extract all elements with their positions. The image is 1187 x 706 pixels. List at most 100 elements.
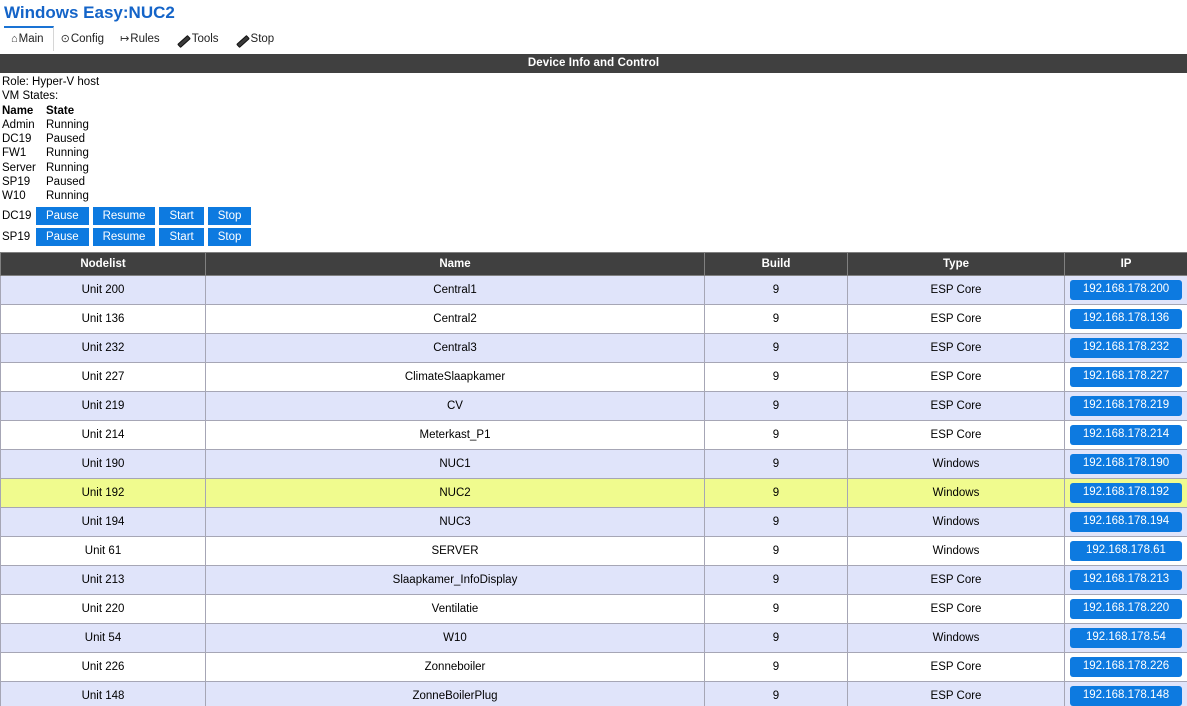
vm-name: SP19: [2, 176, 31, 189]
vm-name: Server: [2, 161, 36, 174]
ip-link-button[interactable]: 192.168.178.194: [1070, 511, 1182, 532]
tab-tools[interactable]: Tools: [168, 28, 228, 51]
node-cell-nodelist: Unit 232: [0, 332, 206, 363]
vm-control-rows: DC19 Pause Resume Start Stop SP19 Pause Resume S…: [0, 206, 1187, 246]
vm-state-row: DC19 Paused: [2, 132, 95, 146]
ip-link-button[interactable]: 192.168.178.220: [1070, 598, 1182, 619]
node-cell-name: ClimateSlaapkamer: [205, 361, 705, 392]
stop-button-sp19[interactable]: Stop: [207, 227, 252, 246]
tab-main[interactable]: ⌂ Main: [4, 26, 54, 51]
vm-state-header-row: Name State: [2, 104, 95, 118]
node-cell-ip: 192.168.178.194: [1064, 506, 1187, 537]
table-row[interactable]: Unit 148 ZonneBoilerPlug 9 ESP Core 192.168.…: [0, 680, 1187, 706]
ip-link-button[interactable]: 192.168.178.232: [1070, 337, 1182, 358]
node-cell-type: ESP Core: [847, 564, 1065, 595]
node-cell-type: ESP Core: [847, 303, 1065, 334]
table-row[interactable]: Unit 213 Slaapkamer_InfoDisplay 9 ESP Core 1…: [0, 564, 1187, 595]
column-header-type[interactable]: Type: [847, 251, 1065, 276]
vm-state: Paused: [46, 133, 86, 146]
node-cell-name: ZonneBoilerPlug: [205, 680, 705, 706]
table-row[interactable]: Unit 136 Central2 9 ESP Core 192.168.178.136: [0, 303, 1187, 334]
node-cell-ip: 192.168.178.226: [1064, 651, 1187, 682]
node-cell-type: ESP Core: [847, 274, 1065, 305]
ip-link-button[interactable]: 192.168.178.192: [1070, 482, 1182, 503]
node-cell-build: 9: [704, 651, 848, 682]
resume-button-dc19[interactable]: Resume: [92, 206, 156, 225]
table-row[interactable]: Unit 200 Central1 9 ESP Core 192.168.178.200: [0, 274, 1187, 305]
node-cell-nodelist: Unit 220: [0, 593, 206, 624]
node-cell-ip: 192.168.178.200: [1064, 274, 1187, 305]
node-cell-type: ESP Core: [847, 593, 1065, 624]
table-row[interactable]: Unit 219 CV 9 ESP Core 192.168.178.219: [0, 390, 1187, 421]
ip-link-button[interactable]: 192.168.178.54: [1070, 627, 1182, 648]
pause-button-dc19[interactable]: Pause: [36, 206, 89, 225]
column-header-nodelist[interactable]: Nodelist: [0, 251, 206, 276]
node-cell-nodelist: Unit 227: [0, 361, 206, 392]
wrench-icon: [176, 34, 189, 46]
vm-name: DC19: [2, 133, 32, 146]
node-cell-build: 9: [704, 390, 848, 421]
resume-button-sp19[interactable]: Resume: [92, 227, 156, 246]
pause-button-sp19[interactable]: Pause: [36, 227, 89, 246]
node-table: Nodelist Name Build Type IP Unit 200 Central1…: [0, 251, 1187, 706]
table-row[interactable]: Unit 54 W10 9 Windows 192.168.178.54: [0, 622, 1187, 653]
home-icon: ⌂: [11, 33, 18, 45]
node-cell-type: Windows: [847, 506, 1065, 537]
node-cell-type: ESP Core: [847, 332, 1065, 363]
tab-config[interactable]: ⊙ Config: [53, 28, 114, 51]
ip-link-button[interactable]: 192.168.178.136: [1070, 308, 1182, 329]
column-header-build[interactable]: Build: [704, 251, 848, 276]
node-cell-build: 9: [704, 564, 848, 595]
node-cell-name: Ventilatie: [205, 593, 705, 624]
ip-link-button[interactable]: 192.168.178.200: [1070, 279, 1182, 300]
start-button-sp19[interactable]: Start: [159, 227, 204, 246]
node-cell-nodelist: Unit 226: [0, 651, 206, 682]
ip-link-button[interactable]: 192.168.178.190: [1070, 453, 1182, 474]
tab-rules[interactable]: ↦ Rules: [113, 28, 169, 51]
tab-label: Config: [70, 32, 105, 45]
table-row[interactable]: Unit 61 SERVER 9 Windows 192.168.178.61: [0, 535, 1187, 566]
node-cell-name: Central2: [205, 303, 705, 334]
vm-state: Running: [46, 118, 89, 131]
node-cell-name: Central1: [205, 274, 705, 305]
table-row[interactable]: Unit 227 ClimateSlaapkamer 9 ESP Core 192.16…: [0, 361, 1187, 392]
tab-stop[interactable]: Stop: [227, 28, 284, 51]
table-row[interactable]: Unit 194 NUC3 9 Windows 192.168.178.194: [0, 506, 1187, 537]
column-header-name[interactable]: Name: [205, 251, 705, 276]
table-row[interactable]: Unit 220 Ventilatie 9 ESP Core 192.168.178.2…: [0, 593, 1187, 624]
vm-state-row: SP19 Paused: [2, 175, 95, 189]
table-row[interactable]: Unit 232 Central3 9 ESP Core 192.168.178.232: [0, 332, 1187, 363]
node-cell-build: 9: [704, 448, 848, 479]
vm-state-row: FW1 Running: [2, 146, 95, 160]
vm-state-row: W10 Running: [2, 189, 95, 203]
table-row[interactable]: Unit 190 NUC1 9 Windows 192.168.178.190: [0, 448, 1187, 479]
node-cell-type: ESP Core: [847, 390, 1065, 421]
column-header-ip[interactable]: IP: [1064, 251, 1187, 276]
ip-link-button[interactable]: 192.168.178.148: [1070, 685, 1182, 706]
ip-link-button[interactable]: 192.168.178.219: [1070, 395, 1182, 416]
ip-link-button[interactable]: 192.168.178.227: [1070, 366, 1182, 387]
node-cell-nodelist: Unit 192: [0, 477, 206, 508]
table-row[interactable]: Unit 192 NUC2 9 Windows 192.168.178.192: [0, 477, 1187, 508]
node-cell-nodelist: Unit 136: [0, 303, 206, 334]
node-cell-nodelist: Unit 213: [0, 564, 206, 595]
node-cell-ip: 192.168.178.190: [1064, 448, 1187, 479]
ip-link-button[interactable]: 192.168.178.214: [1070, 424, 1182, 445]
ip-link-button[interactable]: 192.168.178.61: [1070, 540, 1182, 561]
stop-button-dc19[interactable]: Stop: [207, 206, 252, 225]
node-cell-nodelist: Unit 194: [0, 506, 206, 537]
vm-name: FW1: [2, 147, 27, 160]
node-cell-ip: 192.168.178.213: [1064, 564, 1187, 595]
node-cell-name: W10: [205, 622, 705, 653]
node-cell-build: 9: [704, 506, 848, 537]
node-cell-ip: 192.168.178.219: [1064, 390, 1187, 421]
table-row[interactable]: Unit 214 Meterkast_P1 9 ESP Core 192.168.178…: [0, 419, 1187, 450]
wrench-icon: [235, 34, 248, 46]
node-cell-nodelist: Unit 148: [0, 680, 206, 706]
ip-link-button[interactable]: 192.168.178.226: [1070, 656, 1182, 677]
node-cell-ip: 192.168.178.232: [1064, 332, 1187, 363]
start-button-dc19[interactable]: Start: [159, 206, 204, 225]
node-cell-nodelist: Unit 214: [0, 419, 206, 450]
table-row[interactable]: Unit 226 Zonneboiler 9 ESP Core 192.168.178.…: [0, 651, 1187, 682]
ip-link-button[interactable]: 192.168.178.213: [1070, 569, 1182, 590]
